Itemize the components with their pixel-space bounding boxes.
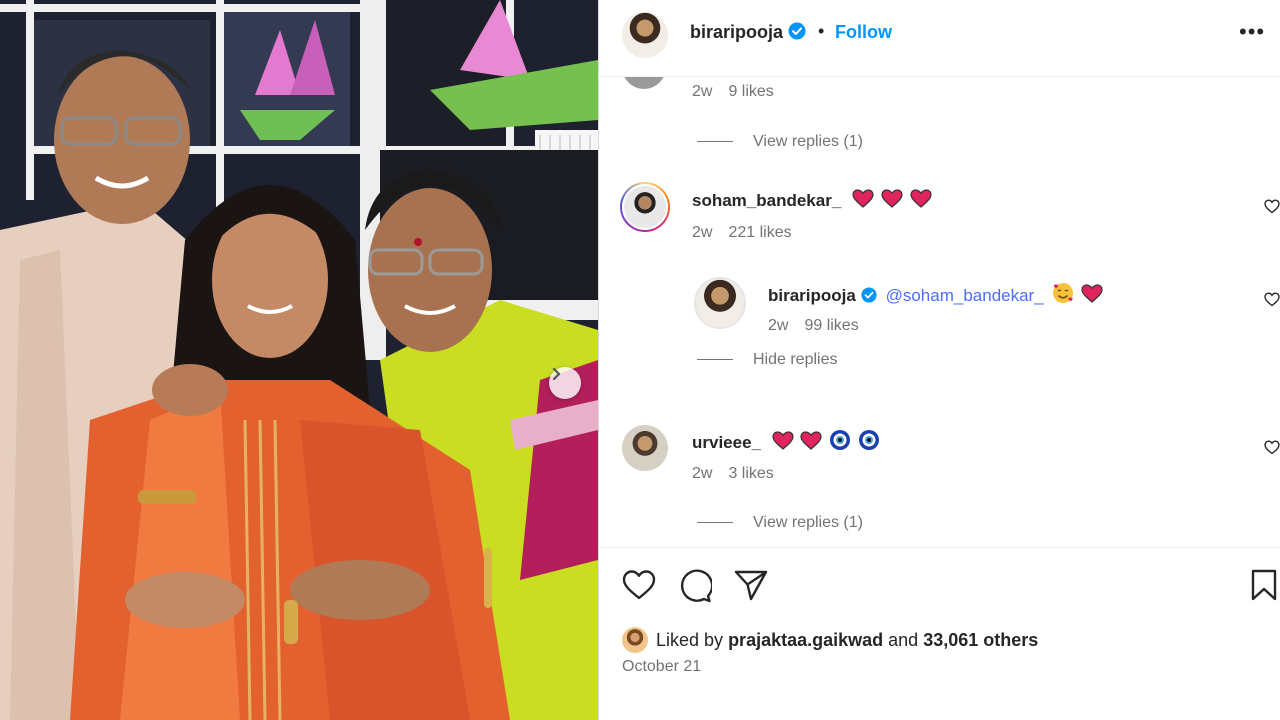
author-username[interactable]: biraripooja	[690, 22, 806, 43]
view-replies-button[interactable]: View replies (1)	[697, 514, 863, 532]
follow-button[interactable]: Follow	[835, 22, 892, 43]
reply-mention-link[interactable]: @soham_bandekar_	[886, 286, 1044, 305]
comment-avatar-partial[interactable]	[622, 77, 666, 89]
view-replies-label[interactable]: View replies (1)	[753, 133, 863, 150]
red-heart-emoji-icon	[909, 189, 932, 208]
bookmark-icon[interactable]	[1250, 569, 1278, 601]
comment-likes[interactable]: 9 likes	[728, 83, 773, 100]
commenter-avatar-story-ring[interactable]	[620, 182, 670, 232]
verified-badge-icon	[788, 22, 806, 40]
liked-by-count[interactable]: 33,061 others	[923, 630, 1038, 651]
comment-likes[interactable]: 3 likes	[728, 465, 773, 482]
send-icon[interactable]	[734, 569, 768, 601]
liked-by-summary[interactable]: Liked by prajaktaa.gaikwad and 33,061 ot…	[622, 627, 1038, 653]
family-photo-illustration	[0, 0, 598, 720]
liked-by-avatar[interactable]	[622, 627, 648, 653]
commenter-avatar[interactable]	[622, 184, 668, 230]
hide-replies-button[interactable]: Hide replies	[697, 351, 837, 369]
view-replies-label[interactable]: View replies (1)	[753, 514, 863, 531]
chevron-right-icon	[552, 367, 561, 381]
replies-line	[697, 359, 733, 361]
comment-time[interactable]: 2w	[692, 224, 712, 241]
post-date[interactable]: October 21	[622, 658, 701, 676]
nazar-amulet-emoji-icon	[830, 430, 851, 450]
header-separator: •	[818, 21, 825, 41]
red-heart-emoji-icon	[772, 431, 794, 450]
reply-meta: 2w 99 likes	[768, 317, 859, 335]
comment-meta: 2w 221 likes	[692, 224, 792, 242]
commenter-username[interactable]: urvieee_	[692, 433, 761, 452]
commenter-avatar[interactable]	[622, 425, 668, 471]
liked-by-and: and	[888, 629, 919, 650]
reply-likes[interactable]: 99 likes	[804, 317, 858, 334]
comment-like-heart-icon[interactable]	[1264, 440, 1280, 455]
liked-by-username[interactable]: prajaktaa.gaikwad	[728, 630, 883, 651]
reply-author-avatar[interactable]	[694, 277, 746, 329]
view-replies-button[interactable]: View replies (1)	[697, 133, 863, 151]
comment-row-soham: soham_bandekar_	[692, 189, 932, 211]
liked-by-prefix: Liked by	[656, 629, 724, 650]
replies-line	[697, 141, 733, 143]
post-details-panel: biraripooja • Follow ••• 2w 9 likes View …	[599, 0, 1280, 720]
smiling-face-with-hearts-emoji-icon	[1053, 283, 1074, 303]
author-username-text[interactable]: biraripooja	[690, 22, 783, 42]
reply-text	[1050, 283, 1103, 305]
post-photo[interactable]	[0, 0, 598, 720]
verified-badge-icon	[861, 287, 877, 303]
post-header: biraripooja • Follow •••	[599, 0, 1280, 77]
red-heart-emoji-icon	[852, 189, 874, 208]
comment-text	[850, 189, 932, 210]
comment-row-urvieee: urvieee_	[692, 429, 880, 453]
reply-row: biraripooja @soham_bandekar_	[768, 282, 1103, 306]
nazar-amulet-emoji-icon	[858, 430, 879, 450]
commenter-username[interactable]: soham_bandekar_	[692, 191, 841, 210]
reply-time[interactable]: 2w	[768, 317, 788, 334]
red-heart-emoji-icon	[800, 431, 823, 450]
comments-list[interactable]: 2w 9 likes View replies (1) soham_bandeka…	[599, 77, 1280, 547]
red-heart-emoji-icon	[1081, 284, 1103, 303]
comment-like-heart-icon[interactable]	[1264, 199, 1280, 214]
red-heart-emoji-icon	[881, 189, 903, 208]
comment-time[interactable]: 2w	[692, 465, 712, 482]
replies-line	[697, 522, 733, 524]
comment-meta: 2w 3 likes	[692, 465, 774, 483]
comment-likes[interactable]: 221 likes	[728, 224, 791, 241]
comment-meta: 2w 9 likes	[692, 83, 774, 101]
carousel-next-button[interactable]	[549, 367, 581, 399]
reply-like-heart-icon[interactable]	[1264, 292, 1280, 307]
comment-time[interactable]: 2w	[692, 83, 712, 100]
author-avatar[interactable]	[622, 12, 668, 58]
comment-text	[770, 430, 880, 452]
reply-username[interactable]: biraripooja	[768, 286, 856, 305]
more-icon[interactable]: •••	[1239, 21, 1265, 43]
post-actions: Liked by prajaktaa.gaikwad and 33,061 ot…	[599, 547, 1280, 720]
comment-icon[interactable]	[678, 569, 712, 603]
heart-icon[interactable]	[622, 569, 656, 601]
hide-replies-label[interactable]: Hide replies	[753, 351, 837, 368]
